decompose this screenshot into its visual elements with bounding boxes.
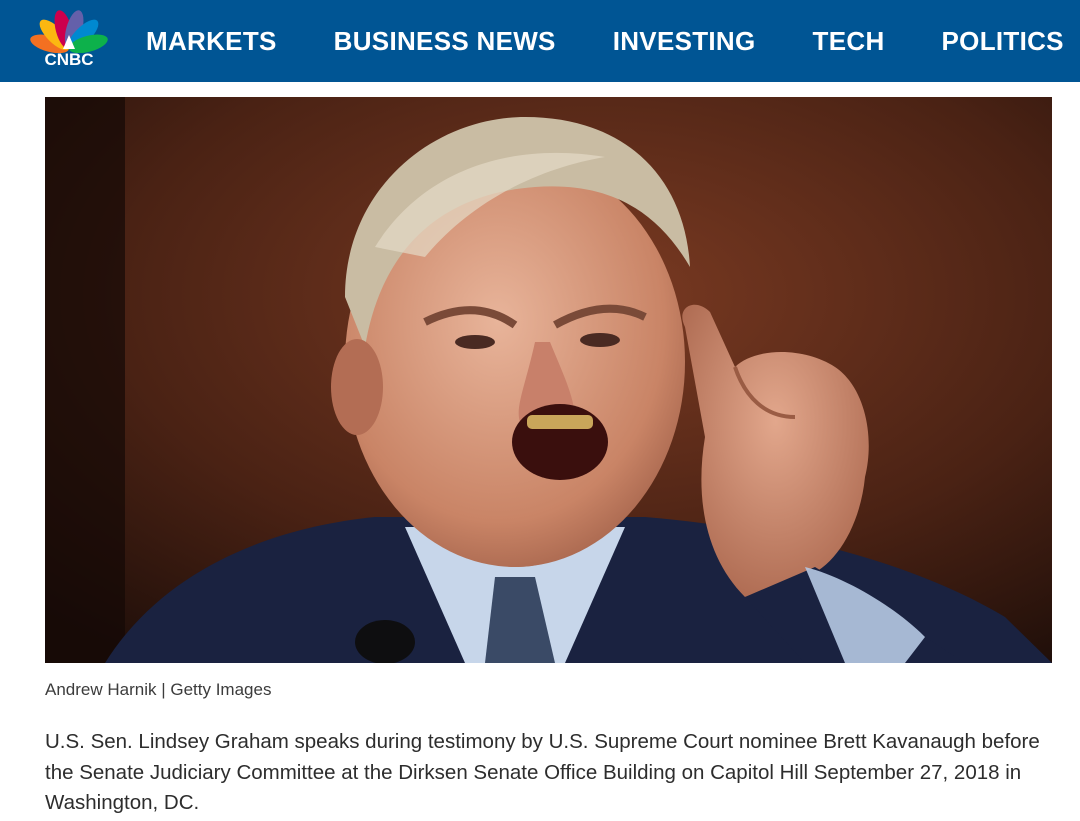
nav-item-markets[interactable]: MARKETS (146, 26, 277, 57)
peacock-icon (30, 10, 108, 54)
nav-item-investing[interactable]: INVESTING (613, 26, 756, 57)
photo-credit: Andrew Harnik | Getty Images (45, 680, 272, 699)
top-navigation-bar: CNBC MARKETS BUSINESS NEWS INVESTING TEC… (0, 0, 1080, 82)
nav-item-tech[interactable]: TECH (813, 26, 885, 57)
nav-item-politics[interactable]: POLITICS (942, 26, 1064, 57)
photo-caption: U.S. Sen. Lindsey Graham speaks during t… (45, 730, 1040, 814)
cnbc-logo[interactable]: CNBC (28, 5, 110, 71)
main-nav: MARKETS BUSINESS NEWS INVESTING TECH POL… (146, 0, 1080, 82)
logo-wordmark: CNBC (44, 50, 94, 69)
article-hero-photo (45, 97, 1052, 663)
nav-item-business-news[interactable]: BUSINESS NEWS (334, 26, 556, 57)
senator-speaking-photo (45, 97, 1052, 663)
